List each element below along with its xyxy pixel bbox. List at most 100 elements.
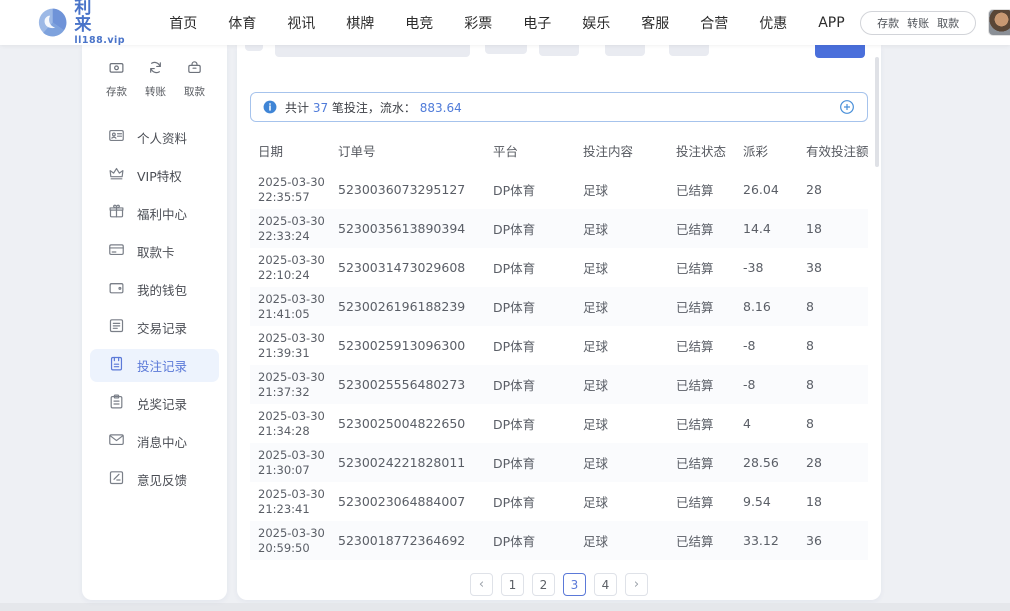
nav-item-2[interactable]: 体育 <box>213 13 272 33</box>
cell-content: 足球 <box>575 180 668 199</box>
nav-item-7[interactable]: 电子 <box>508 13 567 33</box>
feedback-icon <box>108 469 125 490</box>
cell-content: 足球 <box>575 492 668 511</box>
site-logo[interactable]: 利 来 ll188.vip <box>38 0 129 45</box>
table-row: 2025-03-3021:30:075230024221828011DP体育足球… <box>250 443 868 482</box>
cell-content: 足球 <box>575 375 668 394</box>
sidebar-item-label: 消息中心 <box>137 432 187 451</box>
cell-platform: DP体育 <box>485 375 575 394</box>
cell-valid-amount: 36 <box>798 533 868 548</box>
cell-platform: DP体育 <box>485 531 575 550</box>
bet-record-icon <box>108 355 125 376</box>
cell-valid-amount: 8 <box>798 377 868 392</box>
logo-icon <box>38 6 67 39</box>
pagination-page-1[interactable]: 1 <box>501 573 524 596</box>
cell-date: 2025-03-3022:33:24 <box>250 214 330 244</box>
sidebar-item-feedback[interactable]: 意见反馈 <box>90 463 219 496</box>
nav-item-10[interactable]: 合营 <box>685 13 744 33</box>
main-scrollbar-thumb[interactable] <box>875 57 879 167</box>
top-header: 利 来 ll188.vip 首页体育视讯棋牌电竞彩票电子娱乐客服合营优惠APP … <box>0 0 1010 45</box>
cell-date: 2025-03-3022:35:57 <box>250 175 330 205</box>
filter-select-fragment-1[interactable] <box>485 45 527 54</box>
pagination: ‹ 1234 › <box>237 573 881 596</box>
header-quick-pill: 存款转账取款 <box>860 11 976 35</box>
cell-order: 5230025004822650 <box>330 416 485 431</box>
table-row: 2025-03-3022:35:575230036073295127DP体育足球… <box>250 170 868 209</box>
cell-platform: DP体育 <box>485 258 575 277</box>
nav-item-11[interactable]: 优惠 <box>744 13 803 33</box>
nav-item-5[interactable]: 电竞 <box>390 13 449 33</box>
gift-icon <box>108 203 125 224</box>
sidebar-item-crown[interactable]: VIP特权 <box>90 159 219 192</box>
cell-platform: DP体育 <box>485 297 575 316</box>
cell-order: 5230018772364692 <box>330 533 485 548</box>
filter-select-fragment-4[interactable] <box>669 45 709 56</box>
sidebar-item-label: 福利中心 <box>137 204 187 223</box>
table-header-row: 日期订单号平台投注内容投注状态派彩有效投注额 <box>250 130 868 170</box>
pagination-page-2[interactable]: 2 <box>532 573 555 596</box>
cell-date: 2025-03-3022:10:24 <box>250 253 330 283</box>
pagination-page-3[interactable]: 3 <box>563 573 586 596</box>
pagination-prev[interactable]: ‹ <box>470 573 493 596</box>
cell-payout: 28.56 <box>735 455 798 470</box>
bet-summary-bar: 共计 37 笔投注，流水： 883.64 <box>250 92 868 122</box>
sidebar-item-wallet[interactable]: 我的钱包 <box>90 273 219 306</box>
quick-action-transfer[interactable]: 转账 <box>145 59 166 99</box>
sidebar-item-bank-card[interactable]: 取款卡 <box>90 235 219 268</box>
cell-order: 5230023064884007 <box>330 494 485 509</box>
pill-action-1[interactable]: 存款 <box>873 15 903 31</box>
sidebar-item-gift[interactable]: 福利中心 <box>90 197 219 230</box>
bet-table: 日期订单号平台投注内容投注状态派彩有效投注额 2025-03-3022:35:5… <box>250 130 868 560</box>
quick-action-deposit[interactable]: 存款 <box>106 59 127 99</box>
footer-strip <box>0 603 1010 611</box>
cell-date: 2025-03-3020:59:50 <box>250 526 330 556</box>
pill-action-3[interactable]: 取款 <box>933 15 963 31</box>
filter-select-fragment-2[interactable] <box>539 45 579 56</box>
sidebar-item-label: 投注记录 <box>137 356 187 375</box>
cell-date: 2025-03-3021:23:41 <box>250 487 330 517</box>
pagination-next[interactable]: › <box>625 573 648 596</box>
cell-date: 2025-03-3021:37:32 <box>250 370 330 400</box>
sidebar-quick-actions: 存款转账取款 <box>82 45 227 109</box>
summary-text: 共计 37 笔投注，流水： 883.64 <box>285 99 462 116</box>
withdraw-icon <box>186 59 203 80</box>
nav-item-8[interactable]: 娱乐 <box>567 13 626 33</box>
nav-item-3[interactable]: 视讯 <box>272 13 331 33</box>
filter-select-fragment-3[interactable] <box>605 45 645 56</box>
sidebar-item-message[interactable]: 消息中心 <box>90 425 219 458</box>
sidebar-item-label: 取款卡 <box>137 242 175 261</box>
logo-domain: ll188.vip <box>74 36 128 46</box>
avatar[interactable] <box>988 9 1010 36</box>
sidebar-item-bet-record[interactable]: 投注记录 <box>90 349 219 382</box>
cell-order: 5230035613890394 <box>330 221 485 236</box>
table-row: 2025-03-3021:37:325230025556480273DP体育足球… <box>250 365 868 404</box>
cell-valid-amount: 8 <box>798 416 868 431</box>
sidebar-item-transaction-list[interactable]: 交易记录 <box>90 311 219 344</box>
sidebar-item-label: 意见反馈 <box>137 470 187 489</box>
filter-submit-button[interactable] <box>815 45 865 58</box>
nav-item-4[interactable]: 棋牌 <box>331 13 390 33</box>
plus-circle-icon[interactable] <box>839 99 855 115</box>
cell-date: 2025-03-3021:30:07 <box>250 448 330 478</box>
cell-valid-amount: 28 <box>798 182 868 197</box>
sidebar-item-redeem[interactable]: 兑奖记录 <box>90 387 219 420</box>
nav-item-1[interactable]: 首页 <box>154 13 213 33</box>
pill-action-2[interactable]: 转账 <box>903 15 933 31</box>
cell-content: 足球 <box>575 453 668 472</box>
cell-content: 足球 <box>575 531 668 550</box>
cell-content: 足球 <box>575 258 668 277</box>
pagination-page-4[interactable]: 4 <box>594 573 617 596</box>
nav-item-9[interactable]: 客服 <box>626 13 685 33</box>
quick-action-withdraw[interactable]: 取款 <box>184 59 205 99</box>
cell-order: 5230025913096300 <box>330 338 485 353</box>
table-row: 2025-03-3020:59:505230018772364692DP体育足球… <box>250 521 868 560</box>
table-row: 2025-03-3021:34:285230025004822650DP体育足球… <box>250 404 868 443</box>
filter-daterange-fragment[interactable] <box>275 45 470 57</box>
cell-payout: 9.54 <box>735 494 798 509</box>
sidebar: 存款转账取款 个人资料 VIP特权福利中心取款卡我的钱包交易记录投注记录兑奖记录消… <box>82 45 227 600</box>
cell-status: 已结算 <box>668 414 735 433</box>
nav-item-12[interactable]: APP <box>803 15 860 31</box>
nav-item-6[interactable]: 彩票 <box>449 13 508 33</box>
sidebar-item-id-card[interactable]: 个人资料 <box>90 121 219 154</box>
cell-valid-amount: 28 <box>798 455 868 470</box>
